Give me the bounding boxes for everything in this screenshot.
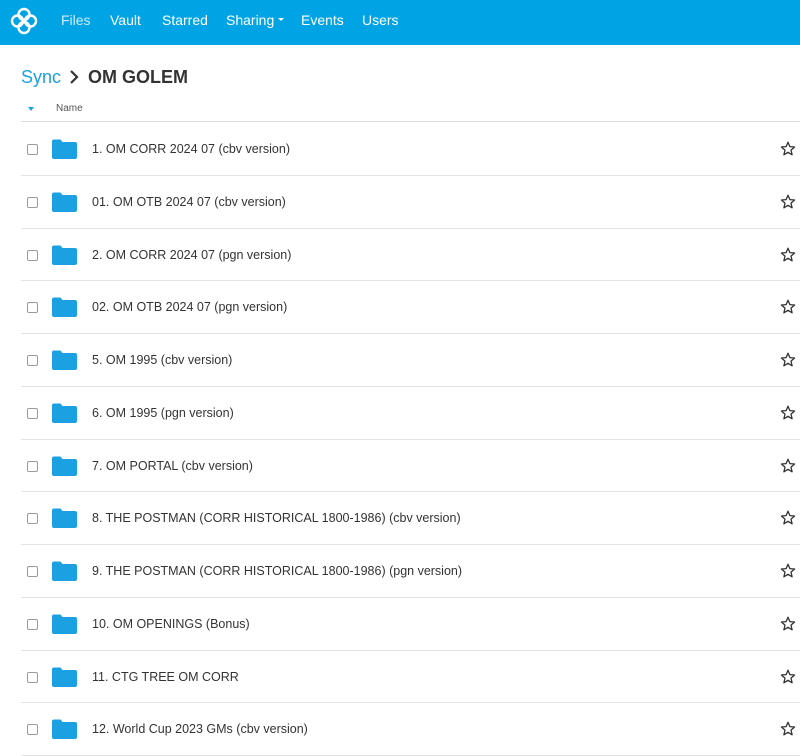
row-checkbox[interactable]: [27, 302, 38, 314]
row-checkbox[interactable]: [27, 513, 38, 525]
folder-icon: [52, 667, 77, 687]
table-row[interactable]: 11. CTG TREE OM CORR: [21, 651, 800, 704]
folder-icon: [52, 561, 77, 581]
folder-name[interactable]: 01. OM OTB 2024 07 (cbv version): [92, 195, 286, 209]
row-checkbox[interactable]: [27, 671, 38, 683]
breadcrumb-parent-link[interactable]: Sync: [21, 67, 61, 88]
folder-icon: [52, 719, 77, 740]
folder-name[interactable]: 12. World Cup 2023 GMs (cbv version): [92, 722, 308, 736]
nav-starred[interactable]: Starred: [162, 0, 208, 45]
row-checkbox[interactable]: [27, 618, 38, 630]
nav-vault[interactable]: Vault: [110, 0, 141, 45]
table-row[interactable]: 01. OM OTB 2024 07 (cbv version): [21, 176, 800, 229]
sort-descending-icon[interactable]: [28, 107, 34, 111]
folder-icon: [52, 245, 77, 265]
chevron-down-icon: [278, 17, 285, 21]
row-checkbox[interactable]: [27, 249, 38, 261]
folder-icon: [52, 456, 77, 476]
table-row[interactable]: 9. THE POSTMAN (CORR HISTORICAL 1800-198…: [21, 545, 800, 598]
folder-icon: [52, 350, 77, 370]
top-navigation-bar: Files Vault Starred Sharing Events Users: [0, 0, 800, 45]
row-checkbox[interactable]: [27, 724, 38, 736]
folder-name[interactable]: 5. OM 1995 (cbv version): [92, 353, 232, 367]
table-row[interactable]: 6. OM 1995 (pgn version): [21, 387, 800, 440]
folder-name[interactable]: 8. THE POSTMAN (CORR HISTORICAL 1800-198…: [92, 511, 461, 525]
folder-name[interactable]: 10. OM OPENINGS (Bonus): [92, 617, 250, 631]
folder-icon: [52, 192, 77, 212]
table-row[interactable]: 12. World Cup 2023 GMs (cbv version): [21, 703, 800, 756]
folder-icon: [52, 508, 77, 529]
table-row[interactable]: 2. OM CORR 2024 07 (pgn version): [21, 229, 800, 282]
row-checkbox[interactable]: [27, 460, 38, 472]
star-outline-icon[interactable]: [780, 299, 796, 315]
star-outline-icon[interactable]: [780, 194, 796, 210]
star-outline-icon[interactable]: [780, 669, 796, 685]
nav-files[interactable]: Files: [61, 0, 91, 45]
chevron-right-icon: [70, 70, 79, 84]
file-list: 1. OM CORR 2024 07 (cbv version) 01. OM O…: [21, 123, 800, 756]
star-outline-icon[interactable]: [780, 510, 796, 526]
folder-name[interactable]: 02. OM OTB 2024 07 (pgn version): [92, 300, 287, 314]
star-outline-icon[interactable]: [780, 458, 796, 474]
folder-icon: [52, 139, 77, 159]
star-outline-icon[interactable]: [780, 405, 796, 421]
nav-users[interactable]: Users: [362, 0, 399, 45]
nav-events[interactable]: Events: [301, 0, 344, 45]
row-checkbox[interactable]: [27, 144, 38, 155]
star-outline-icon[interactable]: [780, 721, 796, 737]
folder-name[interactable]: 1. OM CORR 2024 07 (cbv version): [92, 142, 290, 156]
folder-name[interactable]: 11. CTG TREE OM CORR: [92, 670, 239, 684]
table-header: Name: [21, 98, 800, 122]
row-checkbox[interactable]: [27, 407, 38, 419]
folder-name[interactable]: 2. OM CORR 2024 07 (pgn version): [92, 248, 291, 262]
row-checkbox[interactable]: [27, 566, 38, 577]
nav-sharing[interactable]: Sharing: [226, 0, 285, 45]
column-header-name[interactable]: Name: [56, 103, 83, 114]
star-outline-icon[interactable]: [780, 141, 796, 157]
folder-icon: [52, 614, 77, 634]
star-outline-icon[interactable]: [780, 563, 796, 579]
table-row[interactable]: 7. OM PORTAL (cbv version): [21, 440, 800, 493]
table-row[interactable]: 8. THE POSTMAN (CORR HISTORICAL 1800-198…: [21, 492, 800, 545]
star-outline-icon[interactable]: [780, 247, 796, 263]
star-outline-icon[interactable]: [780, 352, 796, 368]
breadcrumb: Sync OM GOLEM: [21, 66, 188, 88]
row-checkbox[interactable]: [27, 196, 38, 208]
table-row[interactable]: 5. OM 1995 (cbv version): [21, 334, 800, 387]
table-row[interactable]: 10. OM OPENINGS (Bonus): [21, 598, 800, 651]
sync-logo-icon[interactable]: [9, 6, 39, 36]
table-row[interactable]: 1. OM CORR 2024 07 (cbv version): [21, 123, 800, 176]
star-outline-icon[interactable]: [780, 616, 796, 632]
folder-name[interactable]: 6. OM 1995 (pgn version): [92, 406, 234, 420]
folder-icon: [52, 297, 77, 318]
folder-name[interactable]: 9. THE POSTMAN (CORR HISTORICAL 1800-198…: [92, 564, 462, 578]
nav-sharing-label: Sharing: [226, 12, 275, 28]
table-row[interactable]: 02. OM OTB 2024 07 (pgn version): [21, 281, 800, 334]
breadcrumb-current: OM GOLEM: [88, 66, 189, 87]
folder-name[interactable]: 7. OM PORTAL (cbv version): [92, 459, 253, 473]
folder-icon: [52, 403, 77, 423]
row-checkbox[interactable]: [27, 355, 38, 366]
